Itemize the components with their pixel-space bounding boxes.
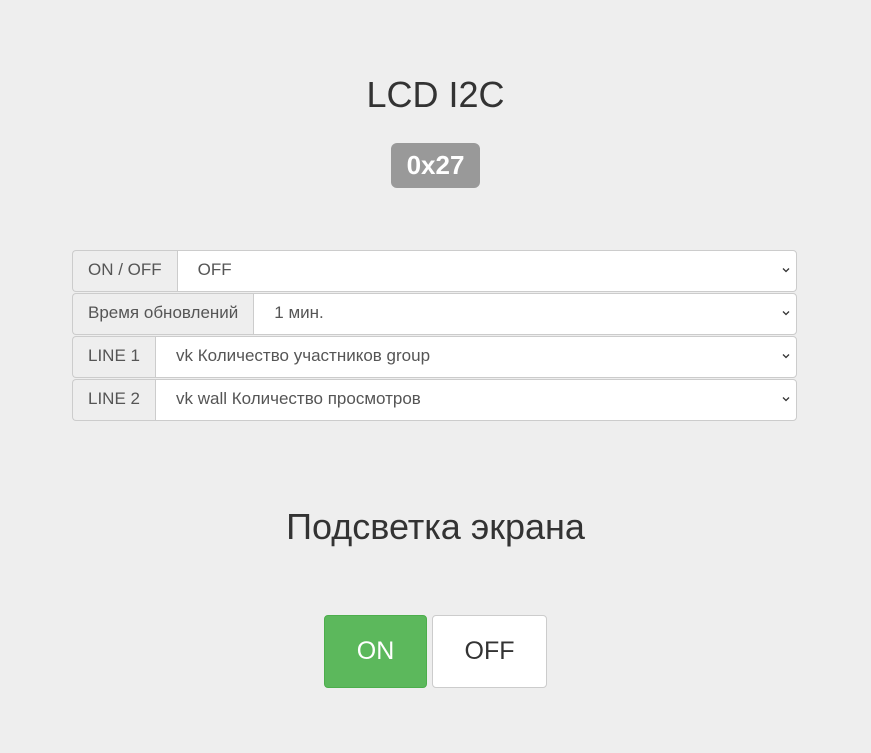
chevron-down-icon [782, 354, 790, 359]
i2c-address-badge: 0x27 [390, 143, 481, 188]
backlight-button-group: ON OFF [0, 615, 871, 688]
setting-line2-label: LINE 2 [72, 379, 155, 421]
setting-onoff-value: OFF [197, 260, 232, 279]
setting-update-time-value: 1 мин. [274, 303, 324, 322]
chevron-down-icon [782, 397, 790, 402]
chevron-down-icon [782, 268, 790, 273]
badge-container: 0x27 [0, 143, 871, 188]
backlight-on-button[interactable]: ON [324, 615, 427, 688]
setting-onoff-select[interactable]: OFF [176, 250, 797, 292]
backlight-title: Подсветка экрана [286, 506, 585, 547]
setting-update-time-select[interactable]: 1 мин. [253, 293, 797, 335]
chevron-down-icon [782, 311, 790, 316]
setting-update-time-label: Время обновлений [72, 293, 254, 335]
setting-line2-select[interactable]: vk wall Количество просмотров [154, 379, 797, 421]
setting-line1-value: vk Количество участников group [175, 346, 431, 365]
setting-line1-select[interactable]: vk Количество участников group [154, 336, 797, 378]
setting-update-time: Время обновлений 1 мин. [72, 293, 797, 335]
setting-line1: LINE 1 vk Количество участников group [72, 336, 797, 378]
page-title: LCD I2C [366, 74, 505, 115]
setting-onoff-label: ON / OFF [72, 250, 177, 292]
setting-line2-value: vk wall Количество просмотров [175, 389, 421, 408]
backlight-off-button[interactable]: OFF [432, 615, 547, 688]
setting-line2: LINE 2 vk wall Количество просмотров [72, 379, 797, 421]
setting-line1-label: LINE 1 [72, 336, 155, 378]
settings-form: ON / OFF OFF Время обновлений 1 мин. LIN… [72, 250, 797, 422]
setting-onoff: ON / OFF OFF [72, 250, 797, 292]
